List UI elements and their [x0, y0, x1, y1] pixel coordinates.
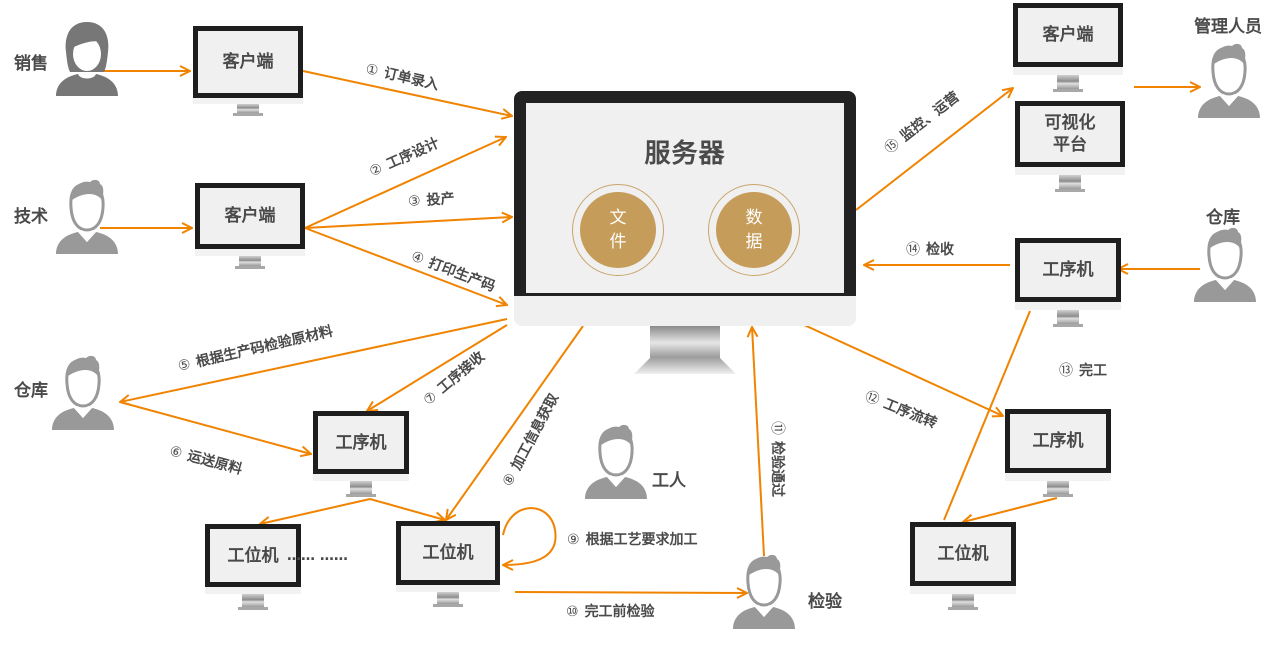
client-terminal-mgmt-screen: 客户端 — [1013, 3, 1123, 67]
process-terminal-right-top-screen: 工序机 — [1015, 238, 1121, 302]
step-label-9: ⑨ 根据工艺要求加工 — [567, 532, 698, 548]
arrow-step-3 — [304, 217, 512, 229]
arrow-process-to-station-b — [369, 498, 445, 520]
tech-user-icon — [56, 179, 118, 254]
files-label-1: 文 — [609, 208, 627, 228]
female-user-icon — [56, 22, 118, 96]
more-stations-ellipsis: …… …… — [287, 548, 348, 564]
arrow-process-to-station-a — [260, 498, 371, 524]
arrow-step-6 — [119, 401, 311, 454]
server-stand-icon — [634, 326, 736, 374]
client-terminal-sales-screen: 客户端 — [193, 26, 303, 98]
server-monitor: 服务器 文 件 数 据 — [514, 91, 856, 376]
manager-user-icon — [1198, 43, 1260, 118]
station-terminal-left-a: 工位机 — [205, 524, 301, 612]
visualization-platform-terminal: 可视化 平台 — [1015, 101, 1125, 193]
server-title: 服务器 — [644, 139, 726, 169]
step-label-11: ⑪检验通过 — [769, 421, 785, 497]
data-store-badge: 数 据 — [716, 192, 792, 268]
role-label-warehouse-left: 仓库 — [14, 381, 48, 401]
role-label-sales: 销售 — [14, 54, 48, 74]
step-label-10: ⑩ 完工前检验 — [566, 604, 655, 620]
files-label-2: 件 — [609, 232, 627, 252]
arrow-step-10 — [514, 592, 747, 593]
process-terminal-left: 工序机 — [313, 411, 409, 501]
station-terminal-left-b: 工位机 — [396, 521, 500, 609]
data-label-2: 据 — [745, 232, 763, 252]
role-label-manager: 管理人员 — [1194, 17, 1262, 37]
process-terminal-right-mid: 工序机 — [1005, 409, 1111, 499]
role-label-warehouse-right: 仓库 — [1206, 208, 1240, 228]
visualization-platform-screen: 可视化 平台 — [1015, 101, 1125, 167]
inspector-user-icon — [733, 554, 795, 629]
visualization-label-1: 可视化 — [1044, 113, 1096, 133]
role-label-tech: 技术 — [14, 207, 48, 227]
client-terminal-mgmt: 客户端 — [1013, 3, 1123, 93]
visualization-label-2: 平台 — [1053, 135, 1087, 155]
step-label-13: ⑬ 完工 — [1059, 363, 1107, 379]
server-screen: 服务器 文 件 数 据 — [526, 103, 844, 293]
warehouse-user-icon-left — [52, 355, 114, 430]
client-terminal-tech-screen: 客户端 — [195, 183, 305, 249]
data-store: 数 据 — [708, 184, 800, 276]
arrow-step-9-loop — [503, 507, 557, 565]
files-store-badge: 文 件 — [580, 192, 656, 268]
step-label-14: ⑭ 检收 — [906, 242, 954, 258]
client-terminal-sales: 客户端 — [193, 26, 303, 116]
process-terminal-right-mid-screen: 工序机 — [1005, 409, 1111, 473]
warehouse-user-icon-right — [1194, 227, 1256, 302]
station-terminal-left-b-screen: 工位机 — [396, 521, 500, 585]
station-terminal-right: 工位机 — [910, 522, 1016, 612]
step-label-3: ③ 投产 — [407, 190, 456, 210]
role-label-worker: 工人 — [652, 471, 686, 491]
client-terminal-tech: 客户端 — [195, 183, 305, 273]
files-store: 文 件 — [572, 184, 664, 276]
process-terminal-right-top: 工序机 — [1015, 238, 1121, 328]
station-terminal-right-screen: 工位机 — [910, 522, 1016, 586]
server-chin — [514, 296, 856, 326]
data-label-1: 数 — [745, 208, 763, 228]
arrow-process-to-station-right — [963, 497, 1058, 522]
role-label-inspector: 检验 — [808, 592, 842, 612]
worker-user-icon — [585, 424, 647, 499]
process-terminal-left-screen: 工序机 — [313, 411, 409, 474]
arrow-step-4 — [304, 227, 507, 305]
